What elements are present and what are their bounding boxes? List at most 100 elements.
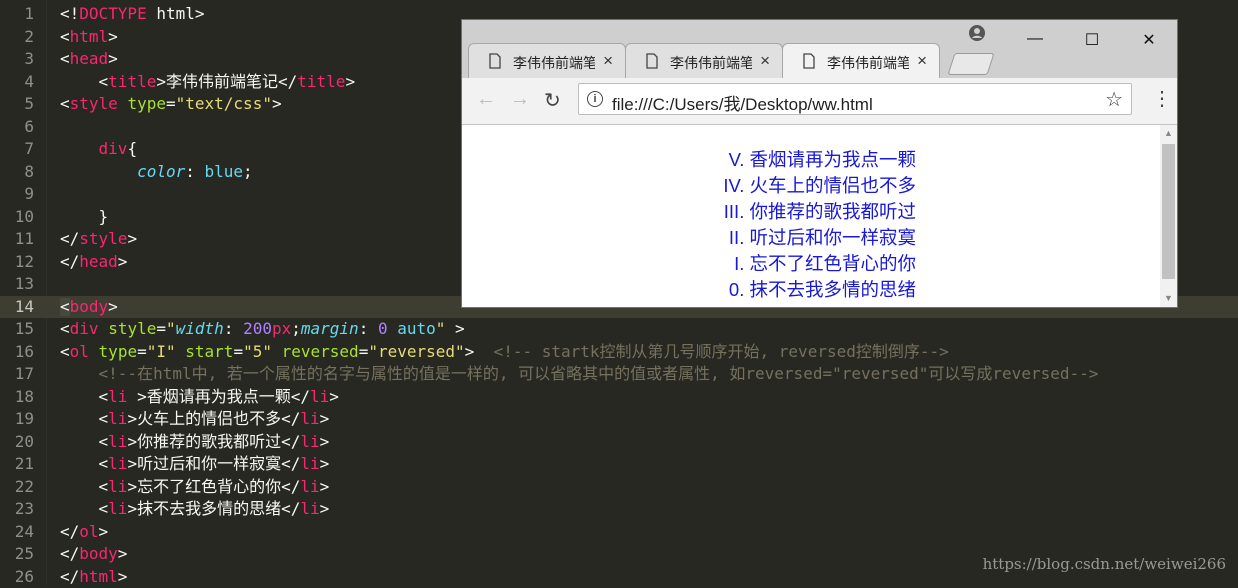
tab-title: 李伟伟前端笔记 [670, 55, 752, 71]
line-number: 16 [14, 341, 34, 361]
close-window-button[interactable]: ✕ [1139, 30, 1159, 50]
browser-titlebar: 李伟伟前端笔记 × 李伟伟前端笔记 × 李伟伟前端笔记 × — ☐ ✕ [462, 20, 1177, 79]
page-icon [489, 53, 501, 69]
scroll-down-icon[interactable]: ▼ [1164, 293, 1173, 303]
address-url[interactable]: file:///C:/Users/我/Desktop/ww.html [612, 90, 873, 115]
reload-button[interactable]: ↻ [544, 88, 561, 113]
address-bar[interactable]: i file:///C:/Users/我/Desktop/ww.html ☆ [578, 83, 1132, 115]
code-text: } [60, 206, 109, 226]
page-icon [803, 53, 815, 69]
line-number: 22 [14, 476, 34, 496]
line-number: 12 [14, 251, 34, 271]
line-number: 13 [14, 274, 34, 293]
line-number: 14 [14, 296, 34, 316]
tab-close-icon[interactable]: × [760, 51, 770, 71]
line-number: 24 [14, 521, 34, 541]
list-item: IV. 火车上的情侣也不多 [723, 175, 916, 196]
code-text: <li >香烟请再为我点一颗</li> [60, 386, 339, 406]
code-text: <div style="width: 200px;margin: 0 auto"… [60, 319, 465, 338]
browser-window[interactable]: 李伟伟前端笔记 × 李伟伟前端笔记 × 李伟伟前端笔记 × — ☐ ✕ ← → … [461, 19, 1178, 308]
code-line[interactable]: 18 <li >香烟请再为我点一颗</li> [0, 386, 1238, 408]
line-number: 21 [14, 454, 34, 473]
code-line[interactable]: 24 </ol> [0, 521, 1238, 543]
line-number: 15 [14, 319, 34, 338]
info-icon[interactable]: i [587, 91, 603, 107]
code-text: <li>火车上的情侣也不多</li> [60, 409, 330, 428]
code-text: <body> [60, 296, 118, 316]
code-text: <li>听过后和你一样寂寞</li> [60, 454, 330, 473]
line-number: 4 [24, 71, 34, 91]
code-text: div{ [98, 139, 138, 158]
code-text: <ol type="I" start="5" reversed="reverse… [60, 341, 949, 361]
minimize-button[interactable]: — [1025, 30, 1045, 48]
code-text: color: blue; [137, 161, 253, 181]
code-text: <!DOCTYPE html> [60, 4, 205, 23]
code-line[interactable]: 19 <li>火车上的情侣也不多</li> [0, 408, 1238, 430]
line-number: 7 [24, 139, 34, 158]
maximize-button[interactable]: ☐ [1082, 30, 1102, 50]
list-item: 0. 抹不去我多情的思绪 [728, 279, 916, 300]
vertical-scrollbar[interactable]: ▲ ▼ [1160, 125, 1177, 307]
line-number: 18 [14, 386, 34, 406]
list-item: II. 听过后和你一样寂寞 [728, 227, 916, 248]
code-line[interactable]: 17 <!--在html中, 若一个属性的名字与属性的值是一样的, 可以省略其中… [0, 363, 1238, 385]
watermark-url: https://blog.csdn.net/weiwei266 [982, 555, 1226, 573]
list-item: I. 忘不了红色背心的你 [734, 253, 916, 274]
browser-tab-1[interactable]: 李伟伟前端笔记 × [468, 43, 626, 78]
line-number: 5 [24, 94, 34, 113]
line-number: 26 [14, 566, 34, 586]
line-number: 9 [24, 184, 34, 203]
page-icon [646, 53, 658, 69]
tab-title: 李伟伟前端笔记 [513, 55, 595, 71]
line-number: 25 [14, 544, 34, 563]
code-text: <title>李伟伟前端笔记</title> [60, 71, 356, 91]
line-number: 3 [24, 49, 34, 68]
line-number: 8 [24, 161, 34, 181]
code-text: <style type="text/css"> [60, 94, 282, 113]
code-text: </body> [60, 544, 128, 563]
tab-close-icon[interactable]: × [603, 51, 613, 71]
code-line[interactable]: 23 <li>抹不去我多情的思绪</li> [0, 498, 1238, 520]
code-text: <html> [60, 26, 118, 46]
code-text: </html> [60, 566, 128, 586]
code-text: <head> [60, 49, 118, 68]
back-button[interactable]: ← [476, 88, 496, 111]
line-number: 23 [14, 499, 34, 518]
code-text: <li>忘不了红色背心的你</li> [60, 476, 330, 496]
code-line[interactable]: 15 <div style="width: 200px;margin: 0 aut… [0, 318, 1238, 340]
browser-menu-icon[interactable]: ⋮ [1152, 86, 1172, 111]
line-number: 19 [14, 409, 34, 428]
code-text: <!--在html中, 若一个属性的名字与属性的值是一样的, 可以省略其中的值或… [60, 364, 1099, 383]
scrollbar-thumb[interactable] [1162, 144, 1175, 279]
line-number: 17 [14, 364, 34, 383]
ordered-list: V. 香烟请再为我点一颗 IV. 火车上的情侣也不多 III. 你推荐的歌我都听… [696, 147, 916, 303]
line-number: 6 [24, 116, 34, 136]
forward-button[interactable]: → [510, 88, 530, 111]
tab-close-icon[interactable]: × [917, 51, 927, 71]
code-line[interactable]: 21 <li>听过后和你一样寂寞</li> [0, 453, 1238, 475]
browser-toolbar: ← → ↻ i file:///C:/Users/我/Desktop/ww.ht… [462, 78, 1177, 125]
bookmark-star-icon[interactable]: ☆ [1105, 87, 1123, 112]
code-text: <li>你推荐的歌我都听过</li> [60, 431, 330, 451]
line-number: 20 [14, 431, 34, 451]
code-text: <li>抹不去我多情的思绪</li> [60, 499, 330, 518]
line-number: 1 [24, 4, 34, 23]
code-text: </ol> [60, 521, 109, 541]
scroll-up-icon[interactable]: ▲ [1164, 128, 1173, 138]
browser-tab-2[interactable]: 李伟伟前端笔记 × [625, 43, 783, 78]
list-item: III. 你推荐的歌我都听过 [723, 201, 916, 222]
new-tab-button[interactable] [947, 53, 995, 75]
line-number: 2 [24, 26, 34, 46]
line-number: 11 [14, 229, 34, 248]
line-number: 10 [14, 206, 34, 226]
tab-title: 李伟伟前端笔记 [827, 55, 909, 71]
code-text: </style> [60, 229, 138, 248]
list-item: V. 香烟请再为我点一颗 [728, 149, 916, 170]
page-viewport: V. 香烟请再为我点一颗 IV. 火车上的情侣也不多 III. 你推荐的歌我都听… [462, 125, 1160, 307]
code-line[interactable]: 20 <li>你推荐的歌我都听过</li> [0, 431, 1238, 453]
code-line[interactable]: 22 <li>忘不了红色背心的你</li> [0, 476, 1238, 498]
profile-icon[interactable] [968, 24, 986, 42]
code-line[interactable]: 16 <ol type="I" start="5" reversed="rever… [0, 341, 1238, 363]
code-text: </head> [60, 251, 128, 271]
browser-tab-3-active[interactable]: 李伟伟前端笔记 × [782, 43, 940, 79]
